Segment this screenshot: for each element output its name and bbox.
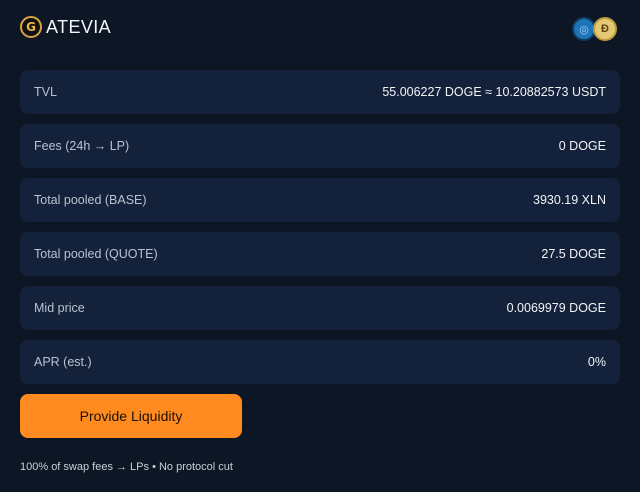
stat-row-total-pooled-quote: Total pooled (QUOTE) 27.5 DOGE	[20, 232, 620, 276]
stat-value: 0 DOGE	[558, 139, 606, 153]
stat-value: 3930.19 XLN	[533, 193, 606, 207]
stat-label: Fees (24h → LP)	[34, 139, 130, 153]
stat-row-apr: APR (est.) 0%	[20, 340, 620, 384]
stat-value: 0.0069979 DOGE	[506, 301, 606, 315]
stat-row-fees: Fees (24h → LP) 0 DOGE	[20, 124, 620, 168]
stat-label: Total pooled (QUOTE)	[34, 247, 158, 261]
stat-value: 55.006227 DOGE ≈ 10.20882573 USDT	[382, 85, 606, 99]
provide-liquidity-button[interactable]: Provide Liquidity	[20, 394, 242, 438]
token-pair-icons: ◎ Ð	[572, 15, 620, 43]
atevia-logo-icon: G	[20, 16, 42, 38]
stat-row-tvl: TVL 55.006227 DOGE ≈ 10.20882573 USDT	[20, 70, 620, 114]
fee-footnote: 100% of swap fees → LPs • No protocol cu…	[20, 461, 233, 473]
stat-row-mid-price: Mid price 0.0069979 DOGE	[20, 286, 620, 330]
pool-stats-list: TVL 55.006227 DOGE ≈ 10.20882573 USDT Fe…	[20, 70, 620, 394]
stat-label: APR (est.)	[34, 355, 92, 369]
brand[interactable]: G ATEVIA	[20, 16, 111, 38]
top-bar: G ATEVIA ◎ Ð	[20, 12, 620, 42]
stat-label: TVL	[34, 85, 57, 99]
brand-name: ATEVIA	[46, 16, 112, 37]
pool-page: G ATEVIA ◎ Ð TVL 55.006227 DOGE ≈ 10.208…	[0, 0, 640, 492]
doge-token-icon: Ð	[593, 17, 617, 41]
stat-label: Mid price	[34, 301, 85, 315]
stat-value: 0%	[587, 355, 606, 369]
stat-label: Total pooled (BASE)	[34, 193, 147, 207]
stat-value: 27.5 DOGE	[541, 247, 606, 261]
stat-row-total-pooled-base: Total pooled (BASE) 3930.19 XLN	[20, 178, 620, 222]
